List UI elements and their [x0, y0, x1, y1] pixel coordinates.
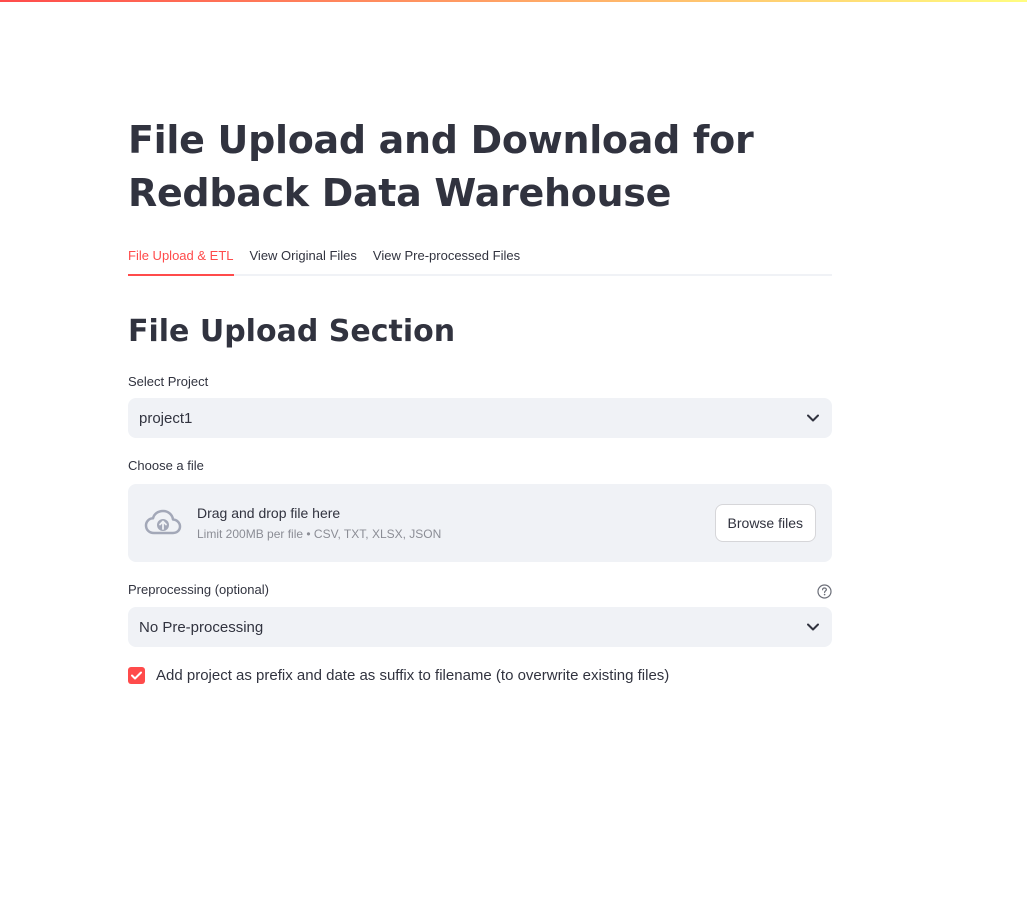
- question-circle-icon[interactable]: [817, 583, 832, 599]
- page-title: File Upload and Download for Redback Dat…: [128, 118, 754, 215]
- preprocessing-select[interactable]: No Pre-processing: [128, 607, 832, 647]
- file-uploader-label: Choose a file: [128, 458, 204, 473]
- project-select-value: project1: [139, 409, 193, 427]
- main-content: File Upload and Download for Redback Dat…: [128, 114, 832, 684]
- tab-view-original-files[interactable]: View Original Files: [250, 240, 357, 266]
- preprocessing-select-label: Preprocessing (optional): [128, 582, 269, 597]
- preprocessing-select-group: Preprocessing (optional) No Pre-processi…: [128, 581, 832, 647]
- upload-title: Drag and drop file here: [197, 505, 341, 521]
- top-decoration-bar: [0, 0, 1027, 2]
- section-title: File Upload Section: [128, 314, 456, 349]
- project-select-group: Select Project project1: [128, 374, 832, 438]
- chevron-down-icon: [806, 411, 820, 425]
- browse-files-button[interactable]: Browse files: [714, 504, 816, 542]
- rename-checkbox-label[interactable]: Add project as prefix and date as suffix…: [156, 667, 669, 684]
- upload-hint: Limit 200MB per file • CSV, TXT, XLSX, J…: [197, 527, 442, 541]
- file-uploader-group: Choose a file Drag and drop file here Li…: [128, 458, 832, 562]
- chevron-down-icon: [806, 620, 820, 634]
- preprocessing-label-row: Preprocessing (optional): [128, 581, 832, 601]
- file-dropzone[interactable]: Drag and drop file here Limit 200MB per …: [128, 484, 832, 562]
- upload-text: Drag and drop file here Limit 200MB per …: [197, 505, 715, 541]
- tab-list: File Upload & ETL View Original Files Vi…: [128, 240, 832, 276]
- project-select-label: Select Project: [128, 374, 209, 389]
- rename-checkbox-row: Add project as prefix and date as suffix…: [128, 667, 832, 684]
- project-select[interactable]: project1: [128, 398, 832, 438]
- rename-checkbox[interactable]: [128, 667, 145, 684]
- tab-view-preprocessed-files[interactable]: View Pre-processed Files: [373, 240, 520, 266]
- cloud-upload-icon: [144, 508, 182, 538]
- tab-file-upload-etl[interactable]: File Upload & ETL: [128, 240, 234, 276]
- preprocessing-select-value: No Pre-processing: [139, 618, 264, 636]
- checkmark-icon: [131, 671, 142, 680]
